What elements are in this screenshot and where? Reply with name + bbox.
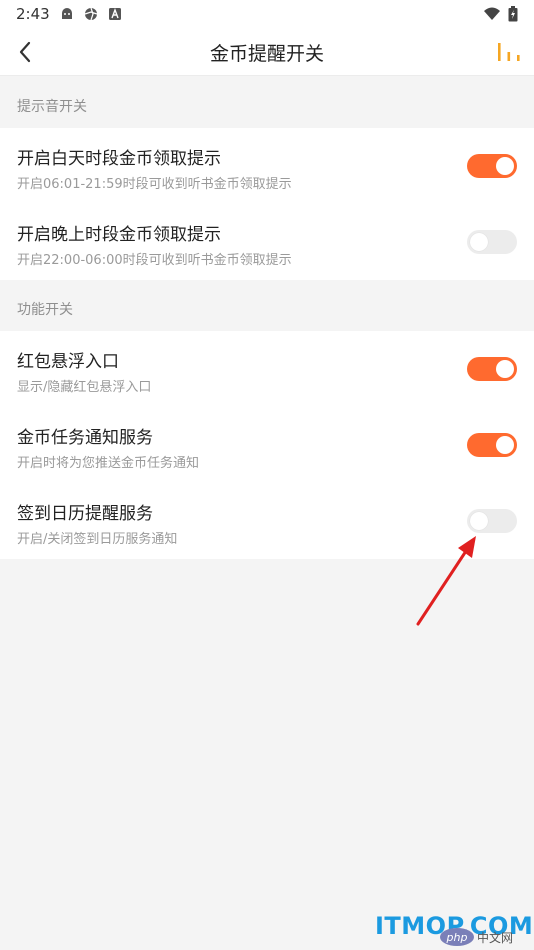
setting-subtitle: 开启22:00-06:00时段可收到听书金币领取提示 [17,253,292,268]
toggle-knob [470,512,488,530]
night-reminder-toggle[interactable] [467,230,517,254]
setting-subtitle: 开启06:01-21:59时段可收到听书金币领取提示 [17,177,292,192]
stats-button[interactable] [494,37,524,67]
setting-row-red-packet: 红包悬浮入口 显示/隐藏红包悬浮入口 [0,331,534,407]
aperture-icon [84,7,97,21]
page-title: 金币提醒开关 [209,43,324,65]
toggle-knob [470,233,488,251]
a-badge-icon [108,8,121,20]
setting-title: 开启晚上时段金币领取提示 [17,225,221,245]
setting-title: 开启白天时段金币领取提示 [17,149,221,169]
setting-subtitle: 显示/隐藏红包悬浮入口 [17,380,152,395]
day-reminder-toggle[interactable] [467,154,517,178]
setting-title: 红包悬浮入口 [17,352,119,372]
setting-subtitle: 开启时将为您推送金币任务通知 [17,456,200,471]
battery-charging-icon [508,6,518,22]
setting-row-task-notify: 金币任务通知服务 开启时将为您推送金币任务通知 [0,407,534,483]
status-time: 2:43 [16,5,50,23]
toggle-knob [496,157,514,175]
red-packet-toggle[interactable] [467,357,517,381]
settings-card-features: 红包悬浮入口 显示/隐藏红包悬浮入口 金币任务通知服务 开启时将为您推送金币任务… [0,331,534,559]
php-cn-text: 中文网 [477,930,514,945]
nav-bar: 金币提醒开关 [0,28,534,76]
setting-row-night-reminder: 开启晚上时段金币领取提示 开启22:00-06:00时段可收到听书金币领取提示 [0,204,534,280]
annotation-arrow-icon [416,536,476,626]
settings-card-sound: 开启白天时段金币领取提示 开启06:01-21:59时段可收到听书金币领取提示 … [0,128,534,280]
toggle-knob [496,360,514,378]
toggle-knob [496,436,514,454]
php-logo: php [440,928,474,946]
php-watermark: php 中文网 [440,928,513,946]
bar-chart-icon [498,43,520,61]
setting-title: 金币任务通知服务 [17,428,153,448]
task-notify-toggle[interactable] [467,433,517,457]
setting-row-day-reminder: 开启白天时段金币领取提示 开启06:01-21:59时段可收到听书金币领取提示 [0,128,534,204]
section-header-sound: 提示音开关 [17,99,87,115]
setting-title: 签到日历提醒服务 [17,504,153,524]
android-icon [61,8,72,19]
section-header-features: 功能开关 [17,302,73,318]
status-bar: 2:43 [0,0,534,28]
setting-subtitle: 开启/关闭签到日历服务通知 [17,532,178,547]
wifi-icon [484,7,500,20]
